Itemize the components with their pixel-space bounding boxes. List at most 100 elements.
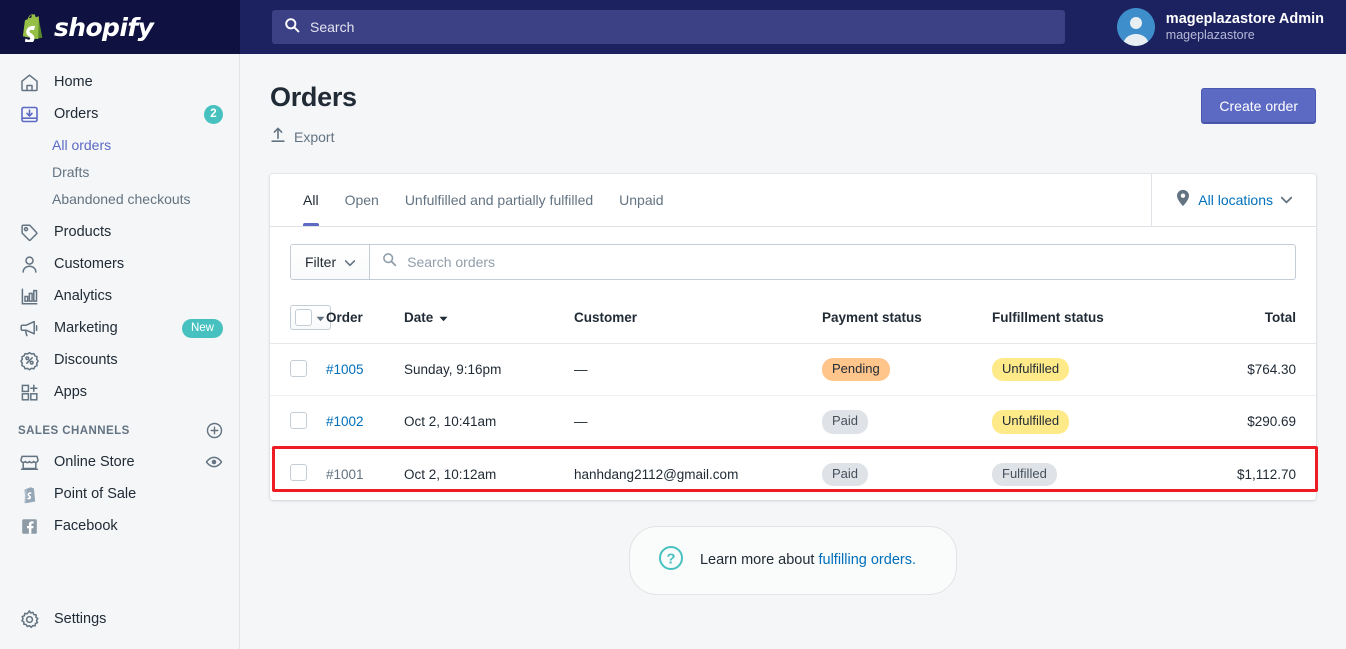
sidebar-item-home[interactable]: Home <box>0 66 239 98</box>
shopify-admin-window: shopify Search mageplazastore Admin mage… <box>0 0 1346 649</box>
export-label: Export <box>294 129 335 145</box>
filter-button[interactable]: Filter <box>291 245 371 279</box>
help-text-prefix: Learn more about <box>699 552 819 569</box>
column-header-customer[interactable]: Customer <box>574 296 822 344</box>
svg-text:?: ? <box>666 550 675 567</box>
sidebar-item-point-of-sale[interactable]: Point of Sale <box>0 478 239 510</box>
orders-icon <box>18 103 40 125</box>
user-menu[interactable]: mageplazastore Admin mageplazastore <box>1116 8 1324 46</box>
column-header-fulfillment-status[interactable]: Fulfillment status <box>992 296 1170 344</box>
sidebar-item-label: Customers <box>54 256 125 272</box>
search-orders-input[interactable]: Search orders <box>370 245 1295 279</box>
search-icon <box>284 17 300 38</box>
row-checkbox-cell <box>270 343 326 397</box>
cell-total: $1,112.70 <box>1236 466 1296 482</box>
tab-unfulfilled-and-partially-fulfilled[interactable]: Unfulfilled and partially fulfilled <box>392 174 606 226</box>
user-name: mageplazastore Admin <box>1165 11 1324 28</box>
cell-order: #1005 <box>326 343 404 397</box>
column-header-date[interactable]: Date <box>404 296 574 344</box>
tab-label: Unpaid <box>619 192 664 208</box>
cell-customer: — <box>574 343 822 397</box>
products-tag-icon <box>18 221 40 243</box>
sidebar-item-label: Products <box>54 224 112 240</box>
sidebar-item-customers[interactable]: Customers <box>0 248 239 280</box>
global-search-input[interactable]: Search <box>272 10 1065 44</box>
order-link[interactable]: #1001 <box>326 467 364 482</box>
sidebar-item-discounts[interactable]: Discounts <box>0 344 239 376</box>
order-link[interactable]: #1002 <box>326 414 364 429</box>
table-row[interactable]: #1005 Sunday, 9:16pm — Pending Unfulfill… <box>270 343 1316 397</box>
fulfillment-status-badge: Fulfilled <box>992 462 1057 486</box>
sidebar-item-apps[interactable]: Apps <box>0 376 239 408</box>
tab-all[interactable]: All <box>290 174 332 226</box>
row-checkbox[interactable] <box>290 464 307 482</box>
chevron-down-icon <box>1280 191 1293 209</box>
page-title: Orders <box>270 82 357 112</box>
tab-unpaid[interactable]: Unpaid <box>606 174 676 226</box>
checkbox[interactable] <box>295 309 312 326</box>
sidebar: Home Orders 2 All orders Drafts Abandone… <box>0 54 240 649</box>
cell-fulfillment-status: Fulfilled <box>992 448 1170 500</box>
sidebar-item-label: Point of Sale <box>54 486 137 502</box>
help-question-icon: ? <box>656 543 686 578</box>
sidebar-item-label: Settings <box>54 611 107 627</box>
sidebar-item-label: Home <box>54 74 93 90</box>
locations-selector[interactable]: All locations <box>1151 174 1316 226</box>
sidebar-item-all-orders[interactable]: All orders <box>0 131 239 158</box>
select-all-checkbox[interactable] <box>290 305 331 330</box>
cell-payment-status: Paid <box>822 395 992 449</box>
discounts-percent-icon <box>18 349 40 371</box>
tab-label: All <box>303 192 319 208</box>
order-link[interactable]: #1005 <box>326 362 364 377</box>
sidebar-item-drafts[interactable]: Drafts <box>0 158 239 185</box>
export-upload-icon <box>270 126 286 148</box>
eye-icon[interactable] <box>205 453 223 471</box>
table-row-highlighted[interactable]: #1001 Oct 2, 10:12am hanhdang2112@gmail.… <box>270 448 1316 500</box>
sidebar-item-facebook[interactable]: Facebook <box>0 510 239 542</box>
cell-customer: — <box>574 395 822 449</box>
fulfilling-orders-link[interactable]: fulfilling orders. <box>818 552 916 568</box>
create-order-button[interactable]: Create order <box>1201 88 1316 124</box>
pos-bag-icon <box>18 483 40 505</box>
table-header-row: Order Date Customer Payment status Fulfi… <box>270 296 1316 344</box>
locations-label: All locations <box>1198 192 1273 208</box>
sidebar-item-label: Orders <box>54 106 99 122</box>
sidebar-item-label: Discounts <box>54 352 118 368</box>
sidebar-item-orders[interactable]: Orders 2 <box>0 98 239 130</box>
export-button[interactable]: Export <box>270 126 334 148</box>
customers-person-icon <box>18 253 40 275</box>
row-checkbox[interactable] <box>290 359 307 377</box>
global-search-placeholder: Search <box>310 19 355 35</box>
payment-status-badge: Paid <box>822 410 869 434</box>
column-header-total[interactable]: Total <box>1170 296 1316 344</box>
column-header-payment-status[interactable]: Payment status <box>822 296 992 344</box>
table-row[interactable]: #1002 Oct 2, 10:41am — Paid Unfulfilled … <box>270 395 1316 449</box>
sidebar-item-analytics[interactable]: Analytics <box>0 280 239 312</box>
row-checkbox[interactable] <box>290 411 307 429</box>
sidebar-subitem-label: Drafts <box>52 163 90 180</box>
analytics-bars-icon <box>18 285 40 307</box>
orders-table: Order Date Customer Payment status Fulfi… <box>270 296 1316 500</box>
sidebar-item-marketing[interactable]: Marketing New <box>0 312 239 344</box>
help-banner-wrap: ? Learn more about fulfilling orders. <box>270 525 1316 595</box>
marketing-new-badge: New <box>181 318 223 338</box>
shopify-logo[interactable]: shopify <box>0 0 240 54</box>
chevron-down-icon <box>344 254 356 270</box>
search-icon <box>382 252 397 272</box>
sidebar-item-label: Analytics <box>54 288 113 304</box>
tab-open[interactable]: Open <box>332 174 392 226</box>
payment-status-badge: Paid <box>822 462 869 486</box>
sidebar-item-settings[interactable]: Settings <box>0 603 239 635</box>
sidebar-item-abandoned-checkouts[interactable]: Abandoned checkouts <box>0 185 239 212</box>
orders-subnav: All orders Drafts Abandoned checkouts <box>0 130 239 216</box>
tab-label: Unfulfilled and partially fulfilled <box>404 192 594 208</box>
orders-count-badge: 2 <box>204 104 223 124</box>
sidebar-item-products[interactable]: Products <box>0 216 239 248</box>
filter-row: Filter Search orders <box>270 227 1316 296</box>
cell-date: Sunday, 9:16pm <box>404 343 574 397</box>
add-sales-channel-icon[interactable] <box>206 422 223 439</box>
row-checkbox-cell <box>270 448 326 500</box>
sidebar-item-online-store[interactable]: Online Store <box>0 446 239 478</box>
column-header-order[interactable]: Order <box>326 296 404 344</box>
